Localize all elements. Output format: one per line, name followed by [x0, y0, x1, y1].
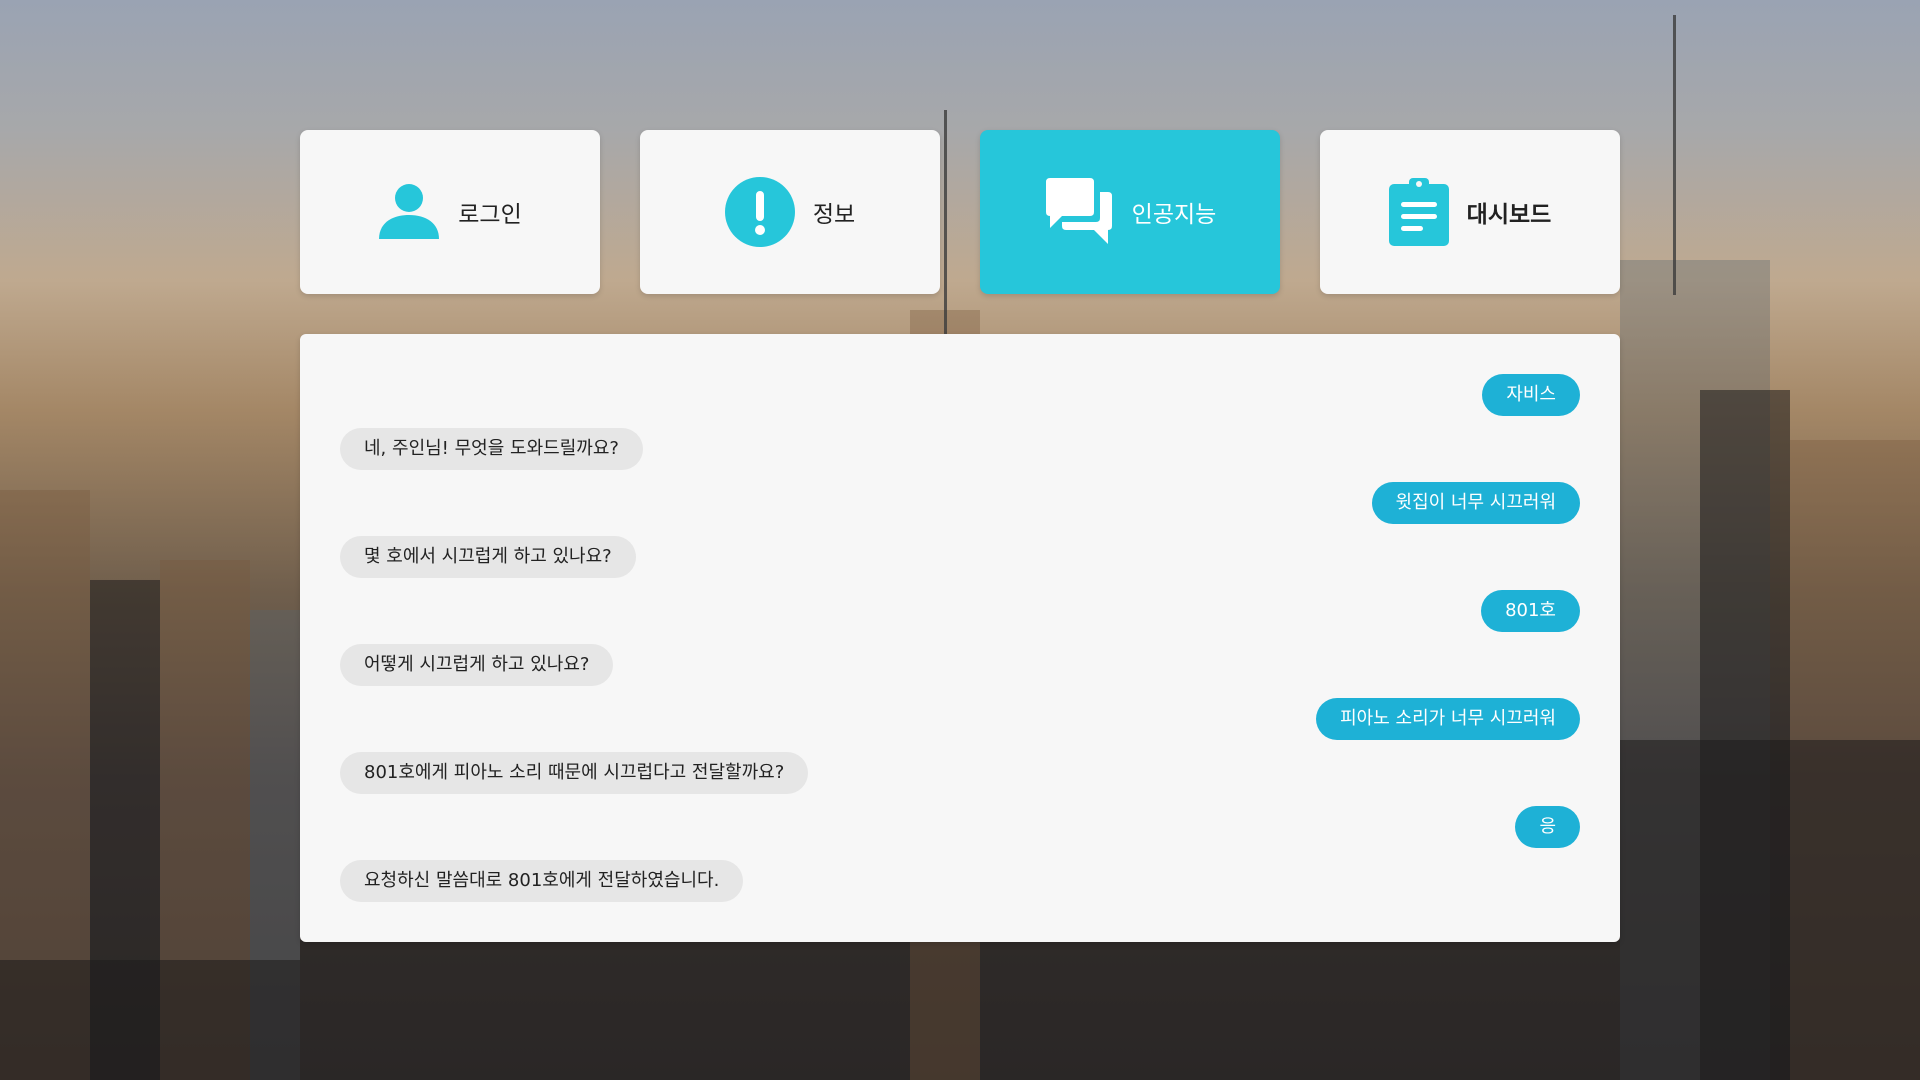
bot-message: 네, 주인님! 무엇을 도와드릴까요? [340, 428, 643, 470]
nav-ai-label: 인공지능 [1131, 202, 1217, 228]
bot-message: 어떻게 시끄럽게 하고 있나요? [340, 644, 614, 686]
nav-dashboard-label: 대시보드 [1466, 202, 1552, 228]
nav-ai-button[interactable]: 인공지능 [980, 130, 1280, 294]
nav-info-button[interactable]: 정보 [640, 130, 940, 294]
nav-info-label: 정보 [812, 202, 856, 228]
top-navigation: 로그인 정보 인공지능 대시보드 [300, 130, 1620, 294]
user-message: 자비스 [1482, 374, 1580, 416]
alert-circle-icon [724, 177, 795, 247]
user-message: 피아노 소리가 너무 시끄러워 [1316, 698, 1580, 740]
nav-login-label: 로그인 [458, 202, 522, 228]
user-message: 윗집이 너무 시끄러워 [1371, 482, 1580, 524]
user-message: 응 [1515, 806, 1580, 848]
user-icon [378, 181, 440, 243]
chat-panel[interactable]: 자비스 네, 주인님! 무엇을 도와드릴까요? 윗집이 너무 시끄러워 몇 호에… [300, 334, 1620, 942]
bot-message: 801호에게 피아노 소리 때문에 시끄럽다고 전달할까요? [340, 752, 809, 794]
user-message: 801호 [1481, 590, 1580, 632]
chat-bubbles-icon [1044, 178, 1114, 246]
bot-message: 요청하신 말씀대로 801호에게 전달하였습니다. [340, 860, 744, 902]
nav-dashboard-button[interactable]: 대시보드 [1320, 130, 1620, 294]
clipboard-icon [1388, 178, 1449, 246]
bot-message: 몇 호에서 시끄럽게 하고 있나요? [340, 536, 636, 578]
nav-login-button[interactable]: 로그인 [300, 130, 600, 294]
